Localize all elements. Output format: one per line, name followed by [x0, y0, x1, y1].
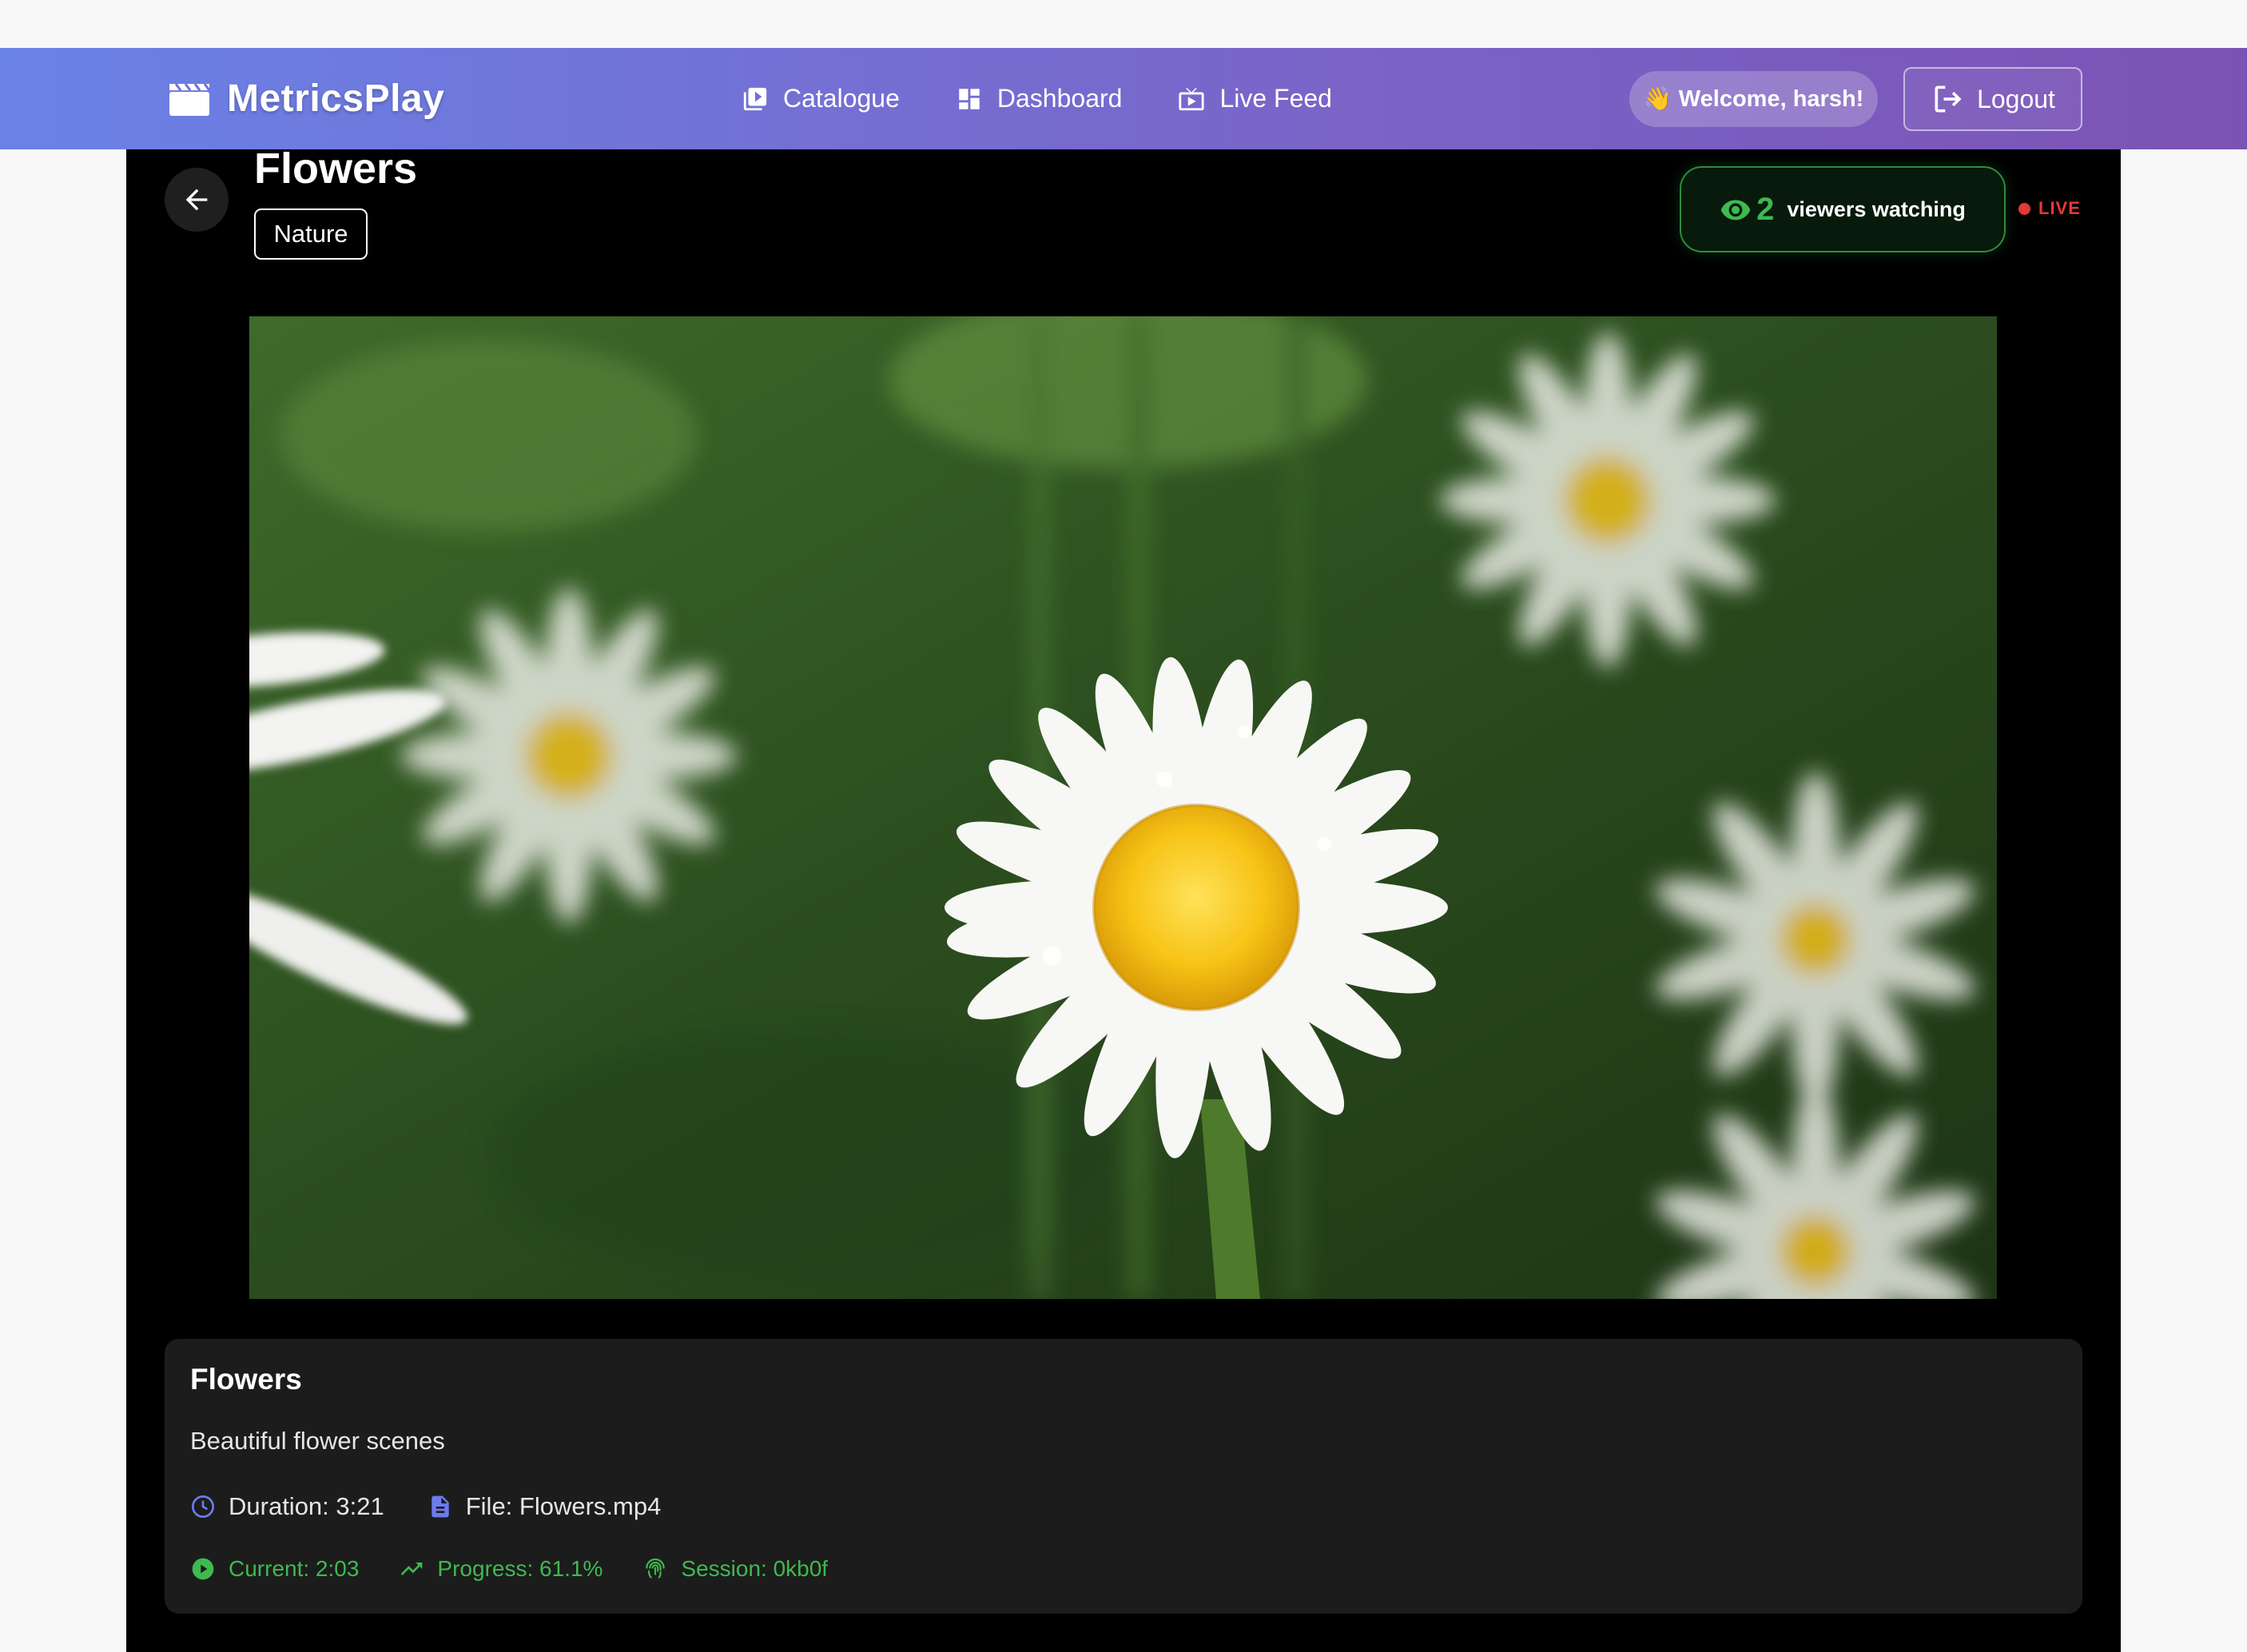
viewers-label: viewers watching [1787, 197, 1966, 221]
duration-text: Duration: 3:21 [229, 1492, 384, 1520]
current-time-text: Current: 2:03 [229, 1556, 360, 1581]
logout-label: Logout [1977, 84, 2055, 113]
logout-button[interactable]: Logout [1903, 67, 2082, 131]
info-meta-row: Duration: 3:21 File: Flowers.mp4 [190, 1492, 661, 1521]
progress-item: Progress: 61.1% [399, 1556, 603, 1582]
logout-icon [1935, 85, 1962, 113]
info-title: Flowers [190, 1363, 302, 1396]
category-tag: Nature [254, 208, 368, 260]
live-label: LIVE [2038, 198, 2081, 218]
back-button[interactable] [165, 168, 229, 232]
nav-dashboard[interactable]: Dashboard [956, 84, 1123, 113]
nav-dashboard-label: Dashboard [996, 84, 1123, 113]
brand-name: MetricsPlay [227, 77, 445, 120]
current-item: Current: 2:03 [190, 1556, 359, 1582]
file-text: File: Flowers.mp4 [465, 1492, 662, 1520]
fingerprint-icon [646, 1558, 666, 1579]
clock-icon [192, 1495, 214, 1518]
session-item: Session: 0kb0f [642, 1556, 828, 1582]
nav-links: Catalogue Dashboard Live Feed [742, 48, 1332, 149]
live-indicator: LIVE [2018, 198, 2081, 219]
video-frame-image [249, 316, 1997, 1299]
nav-live-feed-label: Live Feed [1219, 84, 1332, 113]
nav-live-feed[interactable]: Live Feed [1178, 84, 1332, 113]
trending-up-icon [401, 1563, 423, 1575]
viewers-badge: 2 viewers watching [1680, 166, 2006, 252]
session-text: Session: 0kb0f [681, 1556, 829, 1581]
page-title: Flowers [254, 145, 418, 193]
progress-text: Progress: 61.1% [437, 1556, 603, 1581]
nav-catalogue[interactable]: Catalogue [742, 84, 900, 113]
file-icon [432, 1495, 449, 1518]
nav-catalogue-label: Catalogue [783, 84, 900, 113]
info-description: Beautiful flower scenes [190, 1427, 445, 1455]
video-player[interactable] [249, 316, 1997, 1299]
duration-item: Duration: 3:21 [190, 1492, 384, 1521]
video-info-card: Flowers Beautiful flower scenes Duration… [165, 1339, 2082, 1614]
playback-stats-row: Current: 2:03 Progress: 61.1% Session: 0… [190, 1556, 828, 1582]
eye-icon [1720, 200, 1751, 220]
dashboard-icon [959, 88, 980, 109]
viewers-count: 2 [1756, 191, 1775, 227]
brand[interactable]: MetricsPlay [168, 48, 444, 149]
arrow-left-icon [185, 189, 208, 211]
live-dot-icon [2018, 202, 2030, 215]
file-item: File: Flowers.mp4 [428, 1492, 662, 1521]
video-library-icon [743, 87, 767, 110]
welcome-badge: 👋 Welcome, harsh! [1629, 71, 1878, 127]
live-tv-icon [1179, 87, 1205, 110]
play-circle-icon [192, 1558, 214, 1580]
clapperboard-icon [169, 82, 211, 116]
